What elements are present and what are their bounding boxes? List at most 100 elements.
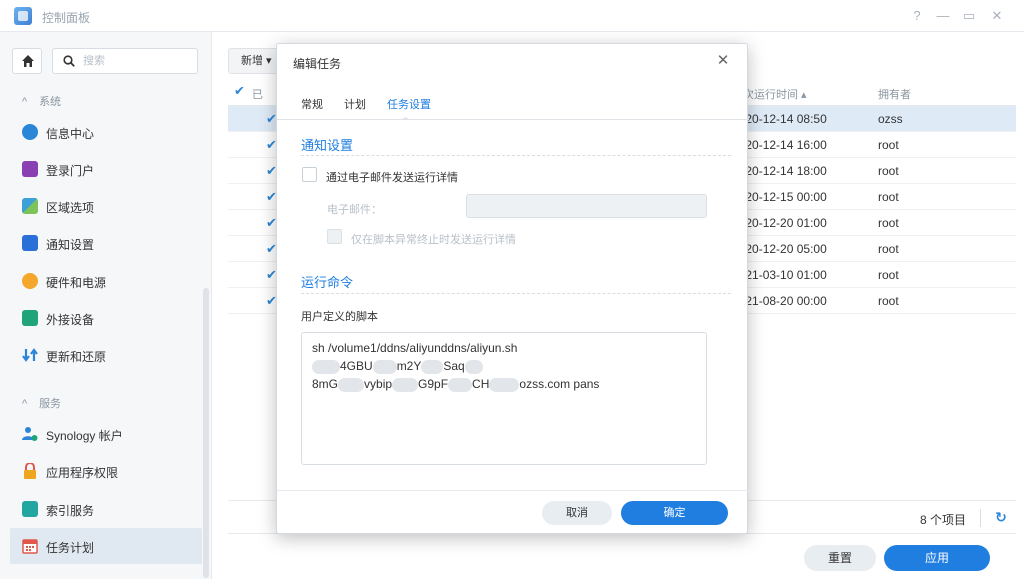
sidebar-item-label: 区域选项 bbox=[46, 201, 95, 215]
script-fragment: m2Y bbox=[396, 359, 422, 373]
close-icon[interactable]: ✕ bbox=[715, 53, 731, 69]
window-title: 控制面板 bbox=[42, 11, 91, 25]
login-portal-icon bbox=[22, 161, 38, 177]
script-fragment: Saq bbox=[443, 359, 465, 373]
indexing-service-icon bbox=[22, 501, 38, 517]
sidebar-item-label: 外接设备 bbox=[46, 313, 95, 327]
owner-cell: root bbox=[878, 164, 899, 178]
owner-cell: root bbox=[878, 138, 899, 152]
owner-cell: root bbox=[878, 294, 899, 308]
sidebar-item-label: 任务计划 bbox=[46, 541, 95, 555]
abnormal-only-label: 仅在脚本异常终止时发送运行详情 bbox=[351, 234, 516, 246]
reset-button[interactable]: 重置 bbox=[804, 545, 876, 571]
home-icon bbox=[22, 55, 34, 67]
sidebar-item-task-scheduler[interactable]: 任务计划 bbox=[10, 528, 202, 564]
redacted-block bbox=[448, 377, 473, 392]
user-account-icon bbox=[22, 426, 38, 442]
search-field[interactable] bbox=[52, 48, 198, 74]
script-fragment: 8mG bbox=[312, 377, 339, 391]
chevron-up-icon: ^ bbox=[22, 96, 28, 108]
owner-cell: root bbox=[878, 268, 899, 282]
email-field-label: 电子邮件： bbox=[327, 204, 382, 216]
minimize-icon[interactable]: — bbox=[932, 6, 954, 26]
control-panel-icon bbox=[14, 7, 32, 25]
sidebar-item-app-privileges[interactable]: 应用程序权限 bbox=[10, 453, 202, 489]
sidebar-item-label: Synology 帐户 bbox=[46, 429, 123, 443]
sidebar-item-synology-account[interactable]: Synology 帐户 bbox=[10, 416, 202, 452]
script-fragment: CH bbox=[472, 377, 490, 391]
select-all-checkbox[interactable]: ✔ bbox=[234, 84, 247, 97]
owner-cell: ozss bbox=[878, 112, 903, 126]
dialog-footer-divider bbox=[277, 490, 749, 491]
owner-cell: root bbox=[878, 242, 899, 256]
info-icon bbox=[22, 124, 38, 140]
search-input[interactable] bbox=[83, 53, 193, 69]
item-count: 8 个项目 bbox=[920, 513, 967, 527]
sidebar-item-label: 信息中心 bbox=[46, 127, 95, 141]
script-fragment: ozss.com pans bbox=[519, 377, 600, 391]
sidebar-item-login-portal[interactable]: 登录门户 bbox=[10, 151, 202, 187]
script-label: 用户定义的脚本 bbox=[301, 311, 378, 323]
sidebar-item-label: 更新和还原 bbox=[46, 350, 107, 364]
refresh-icon[interactable]: ↻ bbox=[992, 508, 1010, 526]
abnormal-only-checkbox[interactable] bbox=[327, 229, 342, 244]
column-owner[interactable]: 拥有者 bbox=[878, 86, 911, 102]
script-fragment: 4GBU bbox=[340, 359, 373, 373]
script-line: 8mG vybip G9pF CH ozss.com pans bbox=[312, 375, 696, 393]
sidebar-item-label: 应用程序权限 bbox=[46, 466, 119, 480]
section-header-services[interactable]: ^ 服务 bbox=[22, 395, 61, 411]
sidebar: ^ 系统 信息中心 登录门户 区域选项 通知设置 硬件和电源 外接设备 更新和还… bbox=[0, 32, 212, 579]
apply-button[interactable]: 应用 bbox=[884, 545, 990, 571]
script-line: sh /volume1/ddns/aliyunddns/aliyun.sh bbox=[312, 341, 518, 355]
lightbulb-icon bbox=[22, 273, 38, 289]
email-field[interactable] bbox=[466, 194, 707, 218]
tab-task-settings[interactable]: 任务设置 bbox=[387, 96, 431, 112]
regional-options-icon bbox=[22, 198, 38, 214]
sidebar-item-info-center[interactable]: 信息中心 bbox=[10, 114, 202, 150]
sidebar-item-regional-options[interactable]: 区域选项 bbox=[10, 188, 202, 224]
redacted-block bbox=[464, 359, 483, 374]
close-icon[interactable]: ✕ bbox=[986, 6, 1008, 26]
update-restore-icon bbox=[22, 347, 38, 363]
chevron-up-icon: ^ bbox=[22, 398, 28, 410]
script-textarea[interactable]: sh /volume1/ddns/aliyunddns/aliyun.sh 4G… bbox=[301, 332, 707, 465]
sidebar-item-notification[interactable]: 通知设置 bbox=[10, 225, 202, 261]
script-fragment: G9pF bbox=[418, 377, 449, 391]
sidebar-item-hardware-power[interactable]: 硬件和电源 bbox=[10, 263, 202, 299]
owner-cell: root bbox=[878, 190, 899, 204]
divider bbox=[980, 509, 981, 527]
section-header-system[interactable]: ^ 系统 bbox=[22, 93, 61, 109]
cancel-button[interactable]: 取消 bbox=[542, 501, 612, 525]
section-title: 系统 bbox=[39, 96, 62, 108]
column-enabled[interactable]: 已 bbox=[252, 86, 263, 102]
help-icon[interactable]: ? bbox=[906, 6, 928, 26]
tab-schedule[interactable]: 计划 bbox=[344, 96, 366, 112]
sidebar-scrollbar[interactable] bbox=[203, 288, 209, 578]
lock-icon bbox=[22, 462, 38, 479]
sidebar-item-label: 硬件和电源 bbox=[46, 276, 107, 290]
sidebar-item-update-restore[interactable]: 更新和还原 bbox=[10, 337, 202, 373]
search-icon bbox=[63, 55, 75, 67]
dialog-title: 编辑任务 bbox=[293, 57, 342, 71]
redacted-block bbox=[338, 377, 365, 392]
section-divider bbox=[301, 155, 731, 156]
external-device-icon bbox=[22, 310, 38, 326]
redacted-block bbox=[372, 359, 397, 374]
calendar-icon bbox=[22, 538, 38, 554]
run-command-section-title: 运行命令 bbox=[301, 275, 354, 290]
home-button[interactable] bbox=[12, 48, 42, 74]
maximize-icon[interactable]: ▭ bbox=[958, 6, 980, 26]
sidebar-item-external-devices[interactable]: 外接设备 bbox=[10, 300, 202, 336]
email-notify-checkbox[interactable] bbox=[302, 167, 317, 182]
sidebar-item-label: 登录门户 bbox=[46, 164, 95, 178]
tab-general[interactable]: 常规 bbox=[301, 96, 323, 112]
sidebar-item-label: 通知设置 bbox=[46, 238, 95, 252]
sidebar-item-indexing-service[interactable]: 索引服务 bbox=[10, 491, 202, 527]
edit-task-dialog: 编辑任务 ✕ 常规 计划 任务设置 通知设置 通过电子邮件发送运行详情 电子邮件… bbox=[276, 43, 749, 534]
ok-button[interactable]: 确定 bbox=[621, 501, 728, 525]
window-titlebar: 控制面板 ? — ▭ ✕ bbox=[0, 0, 1024, 32]
owner-cell: root bbox=[878, 216, 899, 230]
script-line: 4GBU m2Y Saq bbox=[312, 357, 696, 375]
redacted-block bbox=[421, 359, 444, 374]
redacted-block bbox=[392, 377, 419, 392]
